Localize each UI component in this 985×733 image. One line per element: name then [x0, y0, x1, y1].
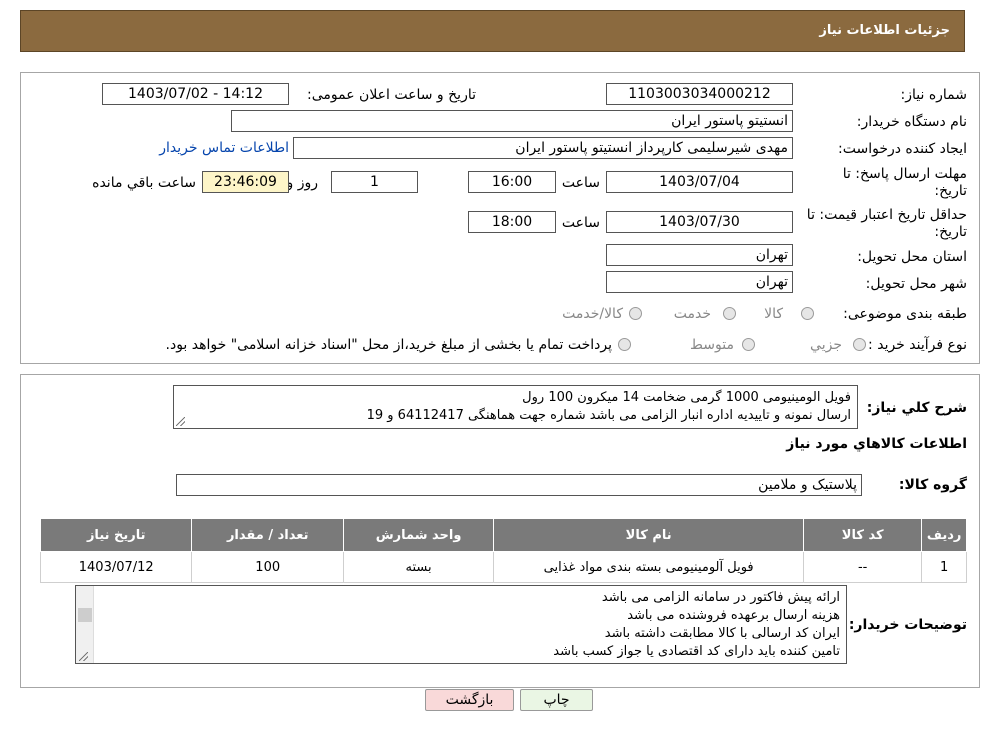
remaining-label: ساعت باقي مانده: [92, 175, 196, 191]
purchase-radio-medium[interactable]: [742, 338, 755, 351]
table-cell: بسته: [342, 551, 495, 583]
deadline-label-2: تاریخ:: [934, 183, 967, 199]
need-number-label: شماره نیاز:: [900, 87, 968, 103]
creator-label: ایجاد کننده درخواست:: [838, 141, 967, 157]
page-header: جزئیات اطلاعات نیاز: [20, 10, 965, 52]
days-label: روز و: [286, 175, 319, 191]
print-button[interactable]: چاپ: [520, 689, 593, 711]
deadline-time-field: 16:00: [468, 171, 556, 193]
column-header: تاریخ نیاز: [39, 518, 193, 552]
category-label: طبقه بندی موضوعی:: [843, 306, 967, 322]
description-label: شرح کلي نياز:: [866, 400, 967, 416]
table-cell: فویل آلومینیومی بسته بندی مواد غذایی: [493, 551, 805, 583]
description-line: ارسال نمونه و تاییدیه اداره انبار الزامی…: [366, 408, 851, 423]
deadline-date-field: 1403/07/04: [606, 171, 793, 193]
validity-date-field: 1403/07/30: [606, 211, 793, 233]
table-header-row: رديف کد کالا نام کالا واحد شمارش تعداد /…: [39, 518, 967, 552]
page-title: جزئیات اطلاعات نیاز: [819, 23, 950, 38]
validity-label: حداقل تاریخ اعتبار قیمت: تا: [806, 207, 967, 223]
category-radio-goods-service[interactable]: [629, 307, 642, 320]
buyer-org-field: انستیتو پاستور ایران: [231, 110, 793, 132]
buyer-notes-line: هزینه ارسال برعهده فروشنده می باشد: [627, 608, 840, 623]
goods-group-label: گروه کالا:: [898, 477, 967, 493]
goods-table: رديف کد کالا نام کالا واحد شمارش تعداد /…: [39, 518, 967, 583]
category-radio-service[interactable]: [723, 307, 736, 320]
buyer-notes-line: تامین کننده باید دارای کد اقتصادی یا جوا…: [553, 644, 840, 659]
validity-time-field: 18:00: [468, 211, 556, 233]
remaining-time-field: 23:46:09: [202, 171, 289, 193]
category-option-goods-service: کالا/خدمت: [562, 306, 623, 322]
announce-datetime-field: 1403/07/02 - 14:12: [102, 83, 289, 105]
notes-scroll-thumb[interactable]: [78, 608, 92, 622]
table-cell: 1: [921, 551, 967, 583]
validity-time-label: ساعت: [561, 215, 600, 231]
deadline-time-label: ساعت: [561, 175, 600, 191]
purchase-radio-treasury[interactable]: [618, 338, 631, 351]
buyer-notes-textarea[interactable]: ارائه پیش فاکتور در سامانه الزامی می باش…: [75, 585, 847, 664]
table-cell: --: [803, 551, 923, 583]
announce-datetime-label: تاریخ و ساعت اعلان عمومی:: [307, 87, 476, 103]
column-header: رديف: [921, 518, 967, 552]
buyer-org-label: نام دستگاه خریدار:: [856, 114, 967, 130]
creator-field: مهدی شیرسلیمی کارپرداز انستیتو پاستور ای…: [293, 137, 793, 159]
need-number-field: 1103003034000212: [606, 83, 793, 105]
goods-section-title: اطلاعات کالاهاي مورد نياز: [786, 436, 967, 452]
back-button[interactable]: بازگشت: [425, 689, 514, 711]
buyer-contact-link[interactable]: اطلاعات تماس خریدار: [159, 140, 289, 156]
goods-group-field: پلاستیک و ملامین: [176, 474, 862, 496]
description-textarea[interactable]: فویل الومینیومی 1000 گرمی ضخامت 14 میکرو…: [173, 385, 858, 429]
description-line: فویل الومینیومی 1000 گرمی ضخامت 14 میکرو…: [522, 390, 851, 405]
deadline-label: مهلت ارسال پاسخ: تا: [842, 166, 967, 182]
column-header: واحد شمارش: [342, 518, 495, 552]
buyer-notes-line: ایران کد ارسالی با کالا مطابقت داشته باش…: [604, 626, 840, 641]
purchase-option-minor: جزیي: [810, 337, 842, 353]
buyer-notes-line: ارائه پیش فاکتور در سامانه الزامی می باش…: [601, 590, 840, 605]
purchase-treasury-note: پرداخت تمام یا بخشی از مبلغ خرید،از محل …: [165, 337, 612, 353]
category-radio-goods[interactable]: [801, 307, 814, 320]
resize-grip-icon[interactable]: [79, 652, 88, 661]
table-cell: 1403/07/12: [39, 551, 193, 583]
province-field: تهران: [606, 244, 793, 266]
validity-label-2: تاریخ:: [934, 224, 967, 240]
purchase-option-medium: متوسط: [690, 337, 734, 353]
city-field: تهران: [606, 271, 793, 293]
days-field: 1: [331, 171, 418, 193]
purchase-radio-minor[interactable]: [853, 338, 866, 351]
province-label: استان محل تحویل:: [857, 249, 967, 265]
column-header: کد کالا: [803, 518, 923, 552]
city-label: شهر محل تحویل:: [865, 276, 967, 292]
resize-grip-icon[interactable]: [176, 417, 185, 426]
table-row: 1 -- فویل آلومینیومی بسته بندی مواد غذای…: [39, 551, 967, 583]
column-header: نام کالا: [493, 518, 805, 552]
column-header: تعداد / مقدار: [191, 518, 344, 552]
purchase-type-label: نوع فرآیند خرید :: [868, 337, 967, 353]
notes-scrollbar[interactable]: [76, 586, 94, 663]
category-option-service: خدمت: [673, 306, 711, 322]
category-option-goods: کالا: [764, 306, 783, 322]
buyer-notes-label: توضیحات خریدار:: [848, 617, 967, 633]
table-cell: 100: [191, 551, 344, 583]
